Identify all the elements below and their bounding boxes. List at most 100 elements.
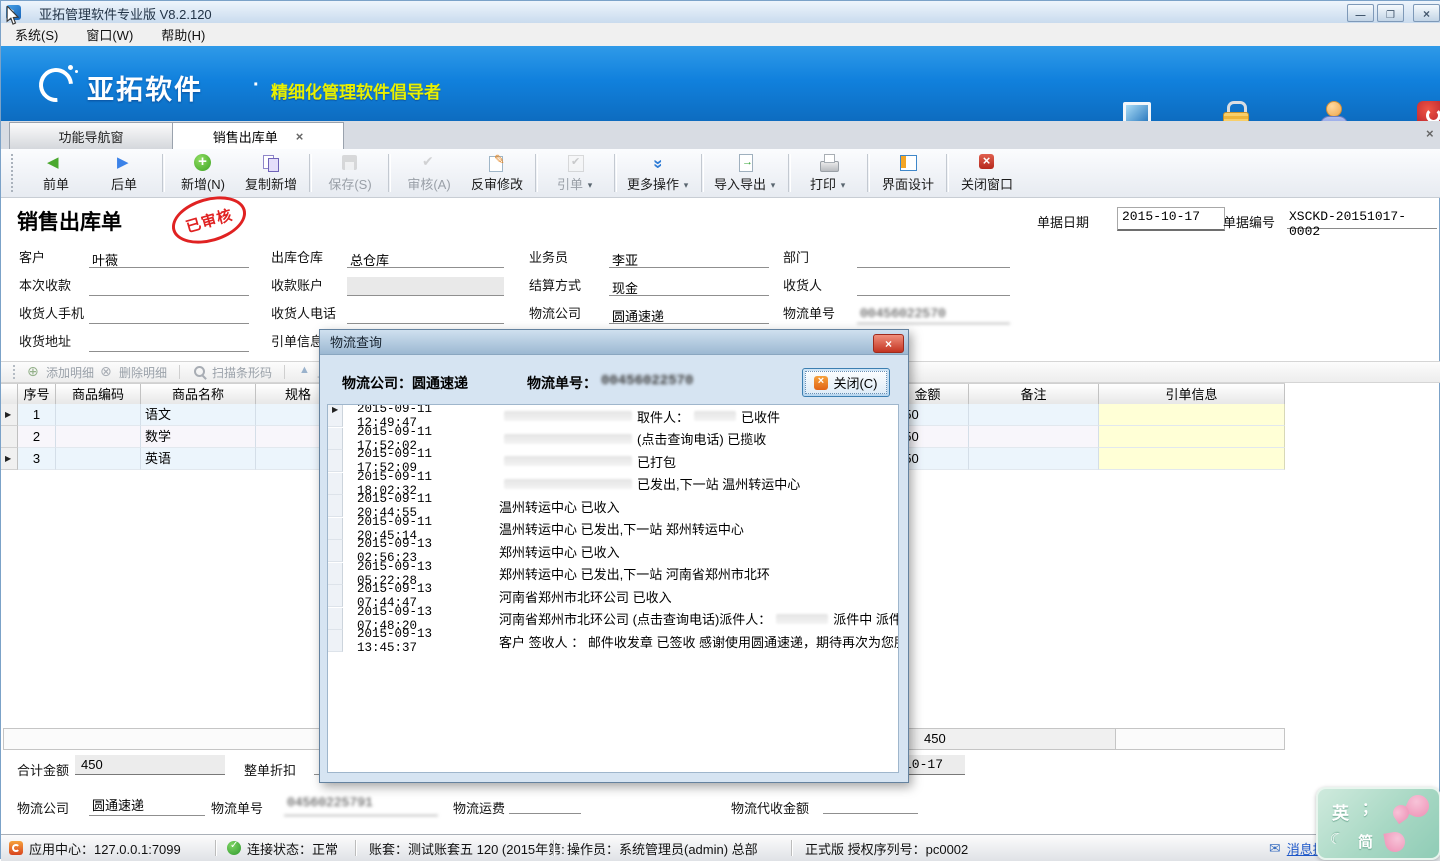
dialog-titlebar[interactable]: 物流查询 <box>320 330 908 355</box>
ime-punctuation-toggle[interactable]: ； <box>1362 797 1377 818</box>
receiver-mobile-field[interactable] <box>89 305 249 324</box>
row-selector-cell[interactable] <box>328 518 343 540</box>
toolbar-button[interactable] <box>535 154 538 192</box>
tab-close-icon[interactable] <box>296 129 304 144</box>
doc-date-field[interactable]: 2015-10-17 <box>1117 207 1225 231</box>
toolbar-button[interactable]: 复制新增 <box>237 151 305 195</box>
ime-status-widget[interactable]: 英 ； ☽ 简 <box>1316 787 1440 860</box>
row-selector-cell[interactable] <box>328 540 343 562</box>
row-selector-cell[interactable] <box>328 495 343 517</box>
chevron-down-icon[interactable] <box>681 175 691 193</box>
envelope-icon <box>1269 840 1281 857</box>
cell-code <box>56 448 141 470</box>
toolbar-button[interactable]: 打印 <box>795 151 863 195</box>
chevron-down-icon[interactable] <box>585 175 595 193</box>
payment-field[interactable] <box>89 277 249 296</box>
toolbar-button[interactable]: 反审修改 <box>463 151 531 195</box>
add-detail-button[interactable]: 添加明细 <box>27 364 94 381</box>
account-field[interactable] <box>347 277 504 296</box>
cell-note <box>969 404 1099 426</box>
scan-barcode-button[interactable]: 扫描条形码 <box>193 364 272 381</box>
customer-field[interactable]: 叶薇 <box>89 249 249 268</box>
row-selector-cell[interactable] <box>328 450 343 472</box>
app-logo-icon <box>9 841 23 855</box>
col-name-header[interactable]: 商品名称 <box>141 384 256 405</box>
chevron-down-icon[interactable] <box>838 175 848 193</box>
warehouse-label: 出库仓库 <box>271 247 347 268</box>
row-selector-cell[interactable] <box>328 630 343 652</box>
row-selector-cell[interactable] <box>328 473 343 495</box>
ship-company-field[interactable]: 圆通速递 <box>89 793 205 816</box>
toolbar-button[interactable]: 导入导出 <box>708 151 784 195</box>
toolbar-button-icon <box>647 153 671 173</box>
ship-tracking-field[interactable]: 04560225791 <box>284 793 438 816</box>
toolbar-button[interactable] <box>162 154 165 192</box>
toolbar-button[interactable] <box>788 154 791 192</box>
logistics-query-dialog: 物流查询 物流公司：圆通速递 物流单号：00456022570 关闭(C) 20… <box>319 329 909 783</box>
dialog-close-icon[interactable] <box>873 334 904 353</box>
add-detail-icon <box>27 365 42 380</box>
toolbar-button[interactable] <box>867 154 870 192</box>
toolbar-button-icon <box>564 153 588 173</box>
row-selector-cell[interactable] <box>1 448 18 470</box>
row-selector-cell[interactable] <box>1 426 18 448</box>
cell-name: 英语 <box>141 448 256 470</box>
toolbar-button[interactable]: 界面设计 <box>874 151 942 195</box>
row-selector-cell[interactable] <box>328 428 343 450</box>
freight-field[interactable] <box>509 793 581 814</box>
event-description: 已打包 <box>499 452 676 471</box>
tab-function-navigator[interactable]: 功能导航窗 <box>9 122 173 150</box>
warehouse-field[interactable]: 总仓库 <box>347 249 504 268</box>
event-description: 取件人：已收件 <box>499 407 780 426</box>
settlement-field[interactable]: 现金 <box>609 277 769 296</box>
toolbar-button[interactable]: 前单 <box>22 151 90 195</box>
col-seq-header[interactable]: 序号 <box>18 384 56 405</box>
toolbar-button[interactable] <box>701 154 704 192</box>
toolbar-button[interactable]: 关闭窗口 <box>953 151 1021 195</box>
toolbar-button[interactable]: 审核(A) <box>395 151 463 195</box>
redacted-text <box>504 456 632 466</box>
dialog-close-button[interactable]: 关闭(C) <box>802 368 890 397</box>
toolbar-button[interactable]: 引单 <box>542 151 610 195</box>
toolbar-button[interactable]: 新增(N) <box>169 151 237 195</box>
row-selector-cell[interactable] <box>328 563 343 585</box>
receiver-phone-field[interactable] <box>347 305 504 324</box>
receiver-field[interactable] <box>857 277 1010 296</box>
menu-item[interactable]: 帮助(H) <box>147 23 219 46</box>
maximize-icon[interactable] <box>1377 4 1404 22</box>
moon-icon[interactable]: ☽ <box>1327 827 1346 849</box>
toolbar-button[interactable] <box>309 154 312 192</box>
row-selector-cell[interactable] <box>328 405 343 427</box>
col-note-header[interactable]: 备注 <box>969 384 1099 405</box>
tracking-event-row[interactable]: 2015-09-13 13:45:37 客户 签收人 ： 邮件收发章 已签收 感… <box>328 630 898 653</box>
cod-amount-field[interactable] <box>823 793 918 814</box>
row-selector-cell[interactable] <box>328 585 343 607</box>
tab-sales-outbound[interactable]: 销售出库单 <box>172 122 344 151</box>
ime-charset-toggle[interactable]: 简 <box>1358 831 1373 852</box>
toolbar-button[interactable] <box>614 154 617 192</box>
brand-logo-icon <box>35 62 77 104</box>
delete-detail-button[interactable]: 删除明细 <box>100 364 167 381</box>
col-pullinfo-header[interactable]: 引单信息 <box>1099 384 1285 405</box>
department-field[interactable] <box>857 249 1010 268</box>
tracking-no-field[interactable]: 00456022570 <box>857 305 1010 324</box>
chevron-down-icon[interactable] <box>768 175 778 193</box>
toolbar-button[interactable] <box>946 154 949 192</box>
close-window-icon[interactable] <box>1413 4 1440 22</box>
toolbar-button[interactable] <box>388 154 391 192</box>
col-code-header[interactable]: 商品编码 <box>56 384 141 405</box>
salesman-field[interactable]: 李亚 <box>609 249 769 268</box>
tabstrip-close-icon[interactable] <box>1426 125 1434 143</box>
menu-item[interactable]: 系统(S) <box>1 23 72 46</box>
delete-detail-icon <box>100 365 115 380</box>
ime-language-toggle[interactable]: 英 <box>1332 799 1349 824</box>
row-selector-cell[interactable] <box>328 608 343 630</box>
toolbar-button[interactable]: 后单 <box>90 151 158 195</box>
minimize-icon[interactable] <box>1347 4 1374 22</box>
menu-item[interactable]: 窗口(W) <box>72 23 147 46</box>
address-field[interactable] <box>89 333 249 352</box>
logistics-company-field[interactable]: 圆通速递 <box>609 305 769 324</box>
row-selector-cell[interactable] <box>1 404 18 426</box>
toolbar-button[interactable]: 保存(S) <box>316 151 384 195</box>
toolbar-button[interactable]: 更多操作 <box>621 151 697 195</box>
